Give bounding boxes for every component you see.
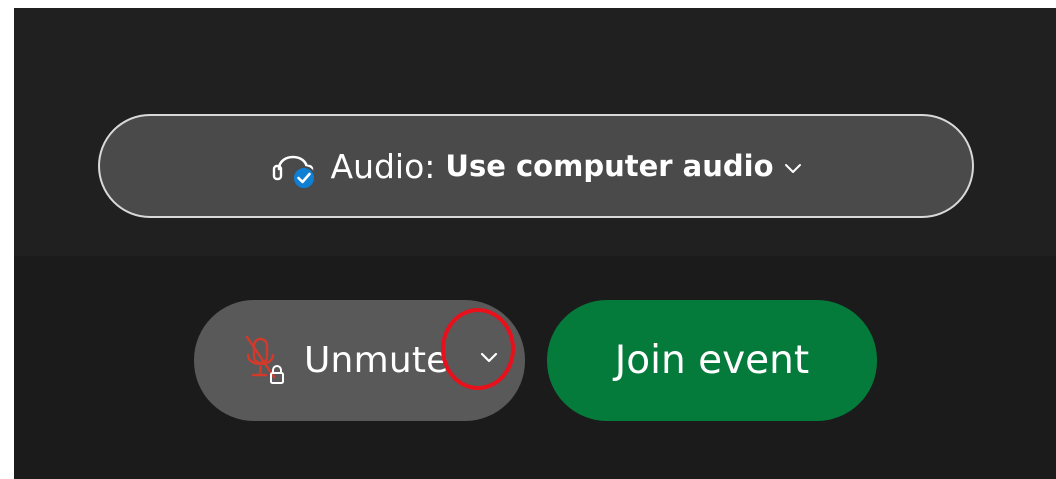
muted-microphone-locked-icon — [242, 333, 288, 389]
audio-label: Audio: — [330, 146, 436, 186]
unmute-label: Unmute — [304, 340, 449, 381]
chevron-down-icon — [782, 157, 804, 179]
unmute-split-button: Unmute — [194, 300, 525, 421]
unmute-button[interactable]: Unmute — [194, 300, 449, 421]
controls-area — [14, 256, 1056, 479]
meeting-preview-panel: Audio: Use computer audio Unmute Join ev… — [14, 8, 1056, 479]
audio-selected-option: Use computer audio — [445, 149, 774, 183]
microphone-options-chevron-down-icon[interactable] — [474, 342, 504, 372]
audio-selector-button[interactable]: Audio: Use computer audio — [98, 114, 974, 218]
join-event-button[interactable]: Join event — [547, 300, 877, 421]
headset-check-icon — [269, 141, 321, 191]
